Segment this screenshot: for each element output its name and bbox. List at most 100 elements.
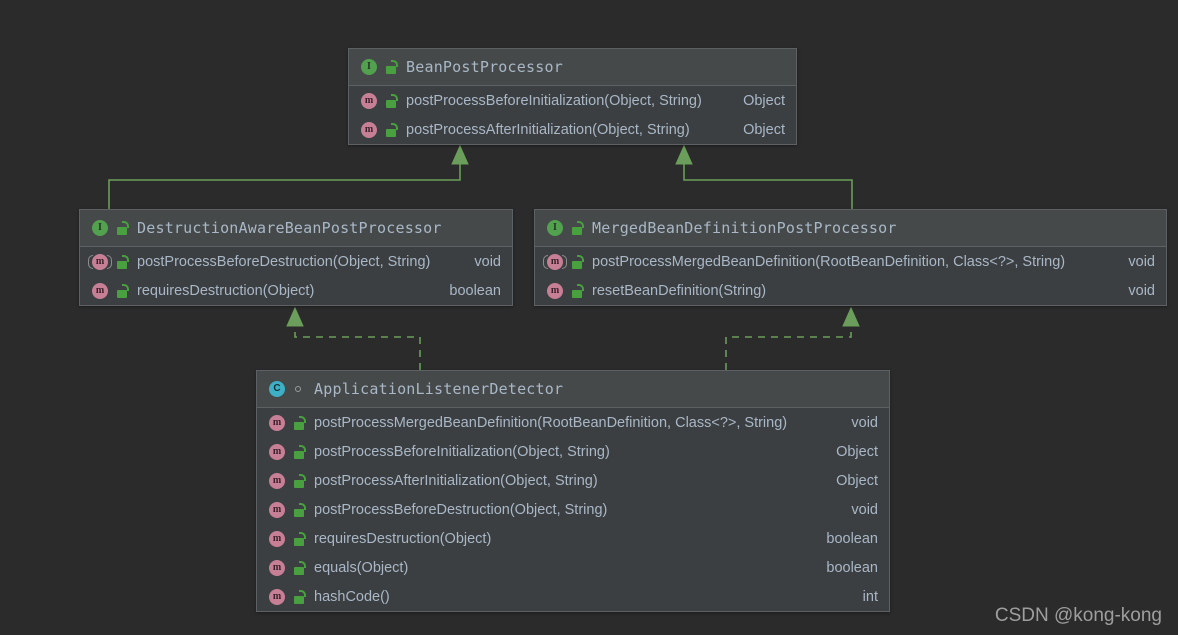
member-signature: hashCode() bbox=[314, 588, 390, 605]
public-lock-icon bbox=[293, 502, 306, 517]
uml-member-row[interactable]: m requiresDestruction(Object) boolean bbox=[257, 524, 889, 553]
uml-member-row[interactable]: m postProcessAfterInitialization(Object, … bbox=[349, 115, 796, 144]
public-lock-icon bbox=[571, 254, 584, 269]
method-icon: m bbox=[546, 282, 564, 299]
uml-class-name: ApplicationListenerDetector bbox=[314, 380, 564, 398]
uml-member-row[interactable]: m postProcessBeforeDestruction(Object, St… bbox=[80, 247, 512, 276]
class-icon: C bbox=[268, 381, 286, 397]
public-lock-icon bbox=[385, 60, 398, 74]
uml-member-row[interactable]: m postProcessMergedBeanDefinition(RootBea… bbox=[535, 247, 1166, 276]
uml-member-row[interactable]: m hashCode() int bbox=[257, 582, 889, 611]
uml-class-box-bean-post-processor[interactable]: I BeanPostProcessor m postProcessBeforeInit… bbox=[348, 48, 797, 145]
public-lock-icon bbox=[293, 560, 306, 575]
edge-line bbox=[725, 325, 852, 370]
public-lock-icon bbox=[116, 221, 129, 235]
method-icon: m bbox=[268, 443, 286, 460]
method-icon: m bbox=[268, 472, 286, 489]
uml-member-list: m postProcessMergedBeanDefinition(RootBea… bbox=[257, 408, 889, 611]
uml-member-row[interactable]: m resetBeanDefinition(String) void bbox=[535, 276, 1166, 305]
member-return-type: Object bbox=[743, 92, 785, 109]
public-lock-icon bbox=[116, 283, 129, 298]
member-return-type: int bbox=[862, 588, 878, 605]
member-signature: requiresDestruction(Object) bbox=[137, 282, 315, 299]
public-lock-icon bbox=[293, 415, 306, 430]
member-signature: postProcessAfterInitialization(Object, S… bbox=[314, 472, 598, 489]
uml-class-name: BeanPostProcessor bbox=[406, 58, 563, 76]
uml-member-row[interactable]: m postProcessAfterInitialization(Object, … bbox=[257, 466, 889, 495]
method-icon: m bbox=[268, 530, 286, 547]
uml-member-row[interactable]: m postProcessBeforeDestruction(Object, St… bbox=[257, 495, 889, 524]
uml-member-list: m postProcessBeforeDestruction(Object, St… bbox=[80, 247, 512, 305]
uml-class-header[interactable]: I MergedBeanDefinitionPostProcessor bbox=[535, 210, 1166, 247]
member-return-type: void bbox=[1128, 253, 1155, 270]
uml-member-row[interactable]: m postProcessBeforeInitialization(Object,… bbox=[257, 437, 889, 466]
member-return-type: Object bbox=[743, 121, 785, 138]
member-return-type: void bbox=[474, 253, 501, 270]
edge-arrowhead bbox=[675, 144, 693, 165]
public-lock-icon bbox=[571, 283, 584, 298]
member-signature: resetBeanDefinition(String) bbox=[592, 282, 767, 299]
uml-member-row[interactable]: m requiresDestruction(Object) boolean bbox=[80, 276, 512, 305]
public-lock-icon bbox=[116, 254, 129, 269]
uml-class-name: DestructionAwareBeanPostProcessor bbox=[137, 219, 442, 237]
uml-edge-realization bbox=[286, 306, 421, 370]
method-icon: m bbox=[268, 559, 286, 576]
method-icon: m bbox=[268, 501, 286, 518]
edge-arrowhead bbox=[286, 306, 304, 327]
uml-class-box-merged-bean-definition-post-processor[interactable]: I MergedBeanDefinitionPostProcessor m postP… bbox=[534, 209, 1167, 306]
uml-edge-realization bbox=[725, 306, 860, 370]
member-signature: postProcessBeforeDestruction(Object, Str… bbox=[314, 501, 608, 518]
interface-icon: I bbox=[360, 59, 378, 75]
member-return-type: Object bbox=[836, 472, 878, 489]
uml-member-row[interactable]: m postProcessMergedBeanDefinition(RootBea… bbox=[257, 408, 889, 437]
member-signature: postProcessAfterInitialization(Object, S… bbox=[406, 121, 690, 138]
uml-member-row[interactable]: m postProcessBeforeInitialization(Object,… bbox=[349, 86, 796, 115]
member-return-type: void bbox=[851, 501, 878, 518]
member-signature: postProcessBeforeInitialization(Object, … bbox=[406, 92, 702, 109]
interface-icon: I bbox=[546, 220, 564, 236]
member-signature: postProcessMergedBeanDefinition(RootBean… bbox=[314, 414, 788, 431]
member-return-type: boolean bbox=[826, 530, 878, 547]
member-signature: postProcessMergedBeanDefinition(RootBean… bbox=[592, 253, 1066, 270]
uml-class-header[interactable]: I DestructionAwareBeanPostProcessor bbox=[80, 210, 512, 247]
edge-arrowhead bbox=[842, 306, 860, 327]
uml-class-header[interactable]: I BeanPostProcessor bbox=[349, 49, 796, 86]
edge-arrowhead bbox=[451, 144, 469, 165]
member-signature: requiresDestruction(Object) bbox=[314, 530, 492, 547]
method-icon: m bbox=[360, 92, 378, 109]
member-return-type: void bbox=[1128, 282, 1155, 299]
member-return-type: Object bbox=[836, 443, 878, 460]
abstract-method-icon: m bbox=[543, 253, 567, 270]
member-return-type: boolean bbox=[826, 559, 878, 576]
public-lock-icon bbox=[571, 221, 584, 235]
public-lock-icon bbox=[293, 444, 306, 459]
member-signature: postProcessBeforeInitialization(Object, … bbox=[314, 443, 610, 460]
public-lock-icon bbox=[385, 93, 398, 108]
member-return-type: boolean bbox=[449, 282, 501, 299]
uml-class-name: MergedBeanDefinitionPostProcessor bbox=[592, 219, 897, 237]
uml-edge-generalization bbox=[675, 144, 853, 209]
uml-diagram-canvas: I BeanPostProcessor m postProcessBeforeInit… bbox=[0, 0, 1178, 635]
public-lock-icon bbox=[385, 122, 398, 137]
edge-line bbox=[108, 163, 461, 209]
uml-class-box-destruction-aware-bean-post-processor[interactable]: I DestructionAwareBeanPostProcessor m postP… bbox=[79, 209, 513, 306]
member-return-type: void bbox=[851, 414, 878, 431]
interface-icon: I bbox=[91, 220, 109, 236]
public-lock-icon bbox=[293, 531, 306, 546]
uml-member-row[interactable]: m equals(Object) boolean bbox=[257, 553, 889, 582]
uml-member-list: m postProcessMergedBeanDefinition(RootBea… bbox=[535, 247, 1166, 305]
method-icon: m bbox=[268, 588, 286, 605]
abstract-method-icon: m bbox=[88, 253, 112, 270]
uml-edge-generalization bbox=[108, 144, 469, 209]
method-icon: m bbox=[360, 121, 378, 138]
uml-class-box-application-listener-detector[interactable]: C ApplicationListenerDetector m postProcess… bbox=[256, 370, 890, 612]
public-lock-icon bbox=[293, 589, 306, 604]
uml-class-header[interactable]: C ApplicationListenerDetector bbox=[257, 371, 889, 408]
public-lock-icon bbox=[293, 473, 306, 488]
watermark: CSDN @kong-kong bbox=[994, 605, 1162, 626]
edge-line bbox=[294, 325, 421, 370]
uml-member-list: m postProcessBeforeInitialization(Object,… bbox=[349, 86, 796, 144]
member-signature: postProcessBeforeDestruction(Object, Str… bbox=[137, 253, 431, 270]
package-private-icon bbox=[293, 382, 306, 396]
member-signature: equals(Object) bbox=[314, 559, 409, 576]
